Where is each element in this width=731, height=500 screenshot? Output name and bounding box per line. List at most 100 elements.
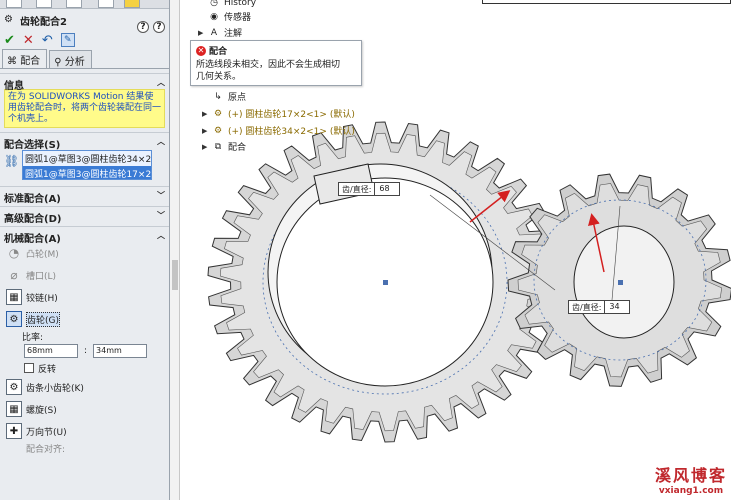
ratio-left-input[interactable]: 68mm <box>24 344 78 358</box>
pm-title-bar: ⚙ 齿轮配合2 ? ? <box>0 9 169 33</box>
tooltip-message-line: 几何关系。 <box>196 72 242 82</box>
mate-option-hinge[interactable]: ▦ 铰链(H) <box>0 286 169 308</box>
pm-scrollbar[interactable] <box>170 0 180 500</box>
expand-arrow-icon[interactable]: ▶ <box>202 143 210 151</box>
feature-manager-tab[interactable] <box>6 0 22 8</box>
entities-to-mate-icon: ⛓ <box>4 154 20 168</box>
large-gear-diameter-callout[interactable]: 齿/直径: 68 <box>338 182 401 196</box>
config-manager-tab[interactable] <box>66 0 82 8</box>
tab-analysis-label: 分析 <box>64 57 85 68</box>
pin-button[interactable]: ✎ <box>60 33 75 47</box>
ratio-separator: : <box>84 346 88 356</box>
reverse-checkbox-row[interactable]: 反转 <box>0 360 169 376</box>
mate-option-label: 铰链(H) <box>26 293 58 304</box>
tab-analysis[interactable]: ⚲ 分析 <box>49 50 92 68</box>
advanced-mates-label: 高级配合(D) <box>4 214 62 225</box>
mate-warning-tooltip: ✕ 配合 所选线段未相交，因此不会生成相切 几何关系。 <box>190 40 362 86</box>
mate-option-cam[interactable]: ◔ 凸轮(M) <box>0 242 169 264</box>
annotation-icon: A <box>210 27 218 38</box>
info-header-label: 信息 <box>4 81 24 92</box>
mate-option-universal-joint[interactable]: ✚ 万向节(U) <box>0 420 169 442</box>
analysis-icon: ⚲ <box>54 57 65 68</box>
property-manager: ⚙ 齿轮配合2 ? ? ✔ ✕ ↶ ✎ ⌘ 配合 ⚲ 分析 信息 ︿ 在为 SOL… <box>0 0 170 500</box>
info-section-header[interactable]: 信息 ︿ <box>0 73 169 92</box>
tab-mates[interactable]: ⌘ 配合 <box>2 49 48 68</box>
cam-icon: ◔ <box>8 246 20 260</box>
slot-icon: ⌀ <box>10 268 18 282</box>
selection-row: ⛓ 圆弧1@草图3@圆柱齿轮34×2 圆弧1@草图3@圆柱齿轮17×2 <box>0 148 169 182</box>
tree-item[interactable]: ↳ 原点 <box>202 90 246 104</box>
display-manager-tab[interactable] <box>124 0 140 8</box>
tooltip-message-line: 所选线段未相交，因此不会生成相切 <box>196 60 341 70</box>
error-icon: ✕ <box>196 45 206 56</box>
tree-item-label: (+) 圆柱齿轮17×2<1> (默认) <box>228 110 355 120</box>
mate-option-label: 螺旋(S) <box>26 405 57 416</box>
gear-icon: ⚙ <box>6 311 22 327</box>
expand-arrow-icon[interactable]: ▶ <box>202 110 210 118</box>
ratio-right-input[interactable]: 34mm <box>93 344 148 358</box>
small-gear[interactable] <box>507 173 731 387</box>
pm-title: 齿轮配合2 <box>20 16 67 28</box>
info-message: 在为 SOLIDWORKS Motion 结果使用齿轮配合时，将两个齿轮装配在同… <box>4 89 165 128</box>
mate-option-label: 万向节(U) <box>26 427 67 438</box>
watermark-url: vxiang1.com <box>658 486 724 496</box>
mate-option-label: 凸轮(M) <box>26 249 59 260</box>
large-gear-origin <box>383 280 388 285</box>
top-right-frame <box>482 0 731 4</box>
tree-item[interactable]: ▶ ⧉ 配合 <box>202 140 247 154</box>
scrollbar-thumb[interactable] <box>172 260 178 290</box>
selections-section-header[interactable]: 配合选择(S) ︿ <box>0 132 169 151</box>
manager-tabs-strip[interactable] <box>0 0 169 9</box>
universal-joint-icon: ✚ <box>6 423 22 439</box>
mechanical-mates-header[interactable]: 机械配合(A) ︿ <box>0 226 169 245</box>
mate-option-rack-pinion[interactable]: ⚙ 齿条小齿轮(K) <box>0 376 169 398</box>
help-icon[interactable]: ? <box>137 21 149 33</box>
dim-value[interactable]: 34 <box>605 301 629 313</box>
ratio-row: 68mm : 34mm <box>0 342 169 360</box>
tab-mates-label: 配合 <box>20 56 41 67</box>
dim-xpert-tab[interactable] <box>98 0 114 8</box>
mate-option-gear[interactable]: ⚙ 齿轮(G) <box>0 308 169 330</box>
detailed-help-icon[interactable]: ? <box>153 21 165 33</box>
selection-item[interactable]: 圆弧1@草图3@圆柱齿轮17×2 <box>23 166 151 179</box>
sensor-icon: ◉ <box>210 11 218 22</box>
watermark-title: 溪风博客 <box>654 466 727 485</box>
mechanical-mates-label: 机械配合(A) <box>4 234 61 245</box>
tree-item[interactable]: ▶ ⚙ (+) 圆柱齿轮34×2<1> (默认) <box>202 124 355 138</box>
expand-arrow-icon[interactable]: ▶ <box>202 127 210 135</box>
undo-button[interactable]: ↶ <box>42 33 53 48</box>
property-manager-tab[interactable] <box>36 0 52 8</box>
tree-item[interactable]: ◉ 传感器 <box>198 10 251 24</box>
ok-button[interactable]: ✔ <box>4 33 15 48</box>
selections-header-label: 配合选择(S) <box>4 140 61 151</box>
tree-item-label: 配合 <box>228 143 247 153</box>
small-gear-diameter-callout[interactable]: 齿/直径: 34 <box>568 300 631 314</box>
standard-mates-header[interactable]: 标准配合(A) ﹀ <box>0 186 169 205</box>
selection-item[interactable]: 圆弧1@草图3@圆柱齿轮34×2 <box>23 151 151 166</box>
gear-mate-icon: ⚙ <box>4 14 13 25</box>
tree-item-label: History <box>224 0 257 8</box>
dim-label: 齿/直径: <box>569 301 606 313</box>
tree-item[interactable]: ◷ History <box>198 0 256 9</box>
tooltip-message: 所选线段未相交，因此不会生成相切 几何关系。 <box>196 59 356 83</box>
small-gear-bore <box>573 225 675 339</box>
mate-option-slot[interactable]: ⌀ 槽口(L) <box>0 264 169 286</box>
reverse-checkbox[interactable] <box>24 363 34 373</box>
tree-item[interactable]: ▶ A 注解 <box>198 26 242 40</box>
collapse-icon: ︿ <box>157 78 165 87</box>
hinge-icon: ▦ <box>6 289 22 305</box>
cancel-button[interactable]: ✕ <box>23 33 34 48</box>
tooltip-title: 配合 <box>209 47 228 57</box>
advanced-mates-header[interactable]: 高级配合(D) ﹀ <box>0 206 169 225</box>
expand-arrow-icon[interactable]: ▶ <box>198 29 206 37</box>
reverse-label: 反转 <box>38 364 57 375</box>
tree-item-label: (+) 圆柱齿轮34×2<1> (默认) <box>228 127 355 137</box>
small-gear-origin <box>618 280 623 285</box>
tree-item[interactable]: ▶ ⚙ (+) 圆柱齿轮17×2<1> (默认) <box>202 107 355 121</box>
selection-list[interactable]: 圆弧1@草图3@圆柱齿轮34×2 圆弧1@草图3@圆柱齿轮17×2 <box>22 150 152 180</box>
mate-option-screw[interactable]: ▦ 螺旋(S) <box>0 398 169 420</box>
dim-value[interactable]: 68 <box>375 183 399 195</box>
mechanical-mates-list-more: ⚙ 齿条小齿轮(K) ▦ 螺旋(S) ✚ 万向节(U) <box>0 376 169 442</box>
watermark: 溪风博客 vxiang1.com <box>655 462 727 496</box>
expand-icon: ﹀ <box>157 211 165 220</box>
